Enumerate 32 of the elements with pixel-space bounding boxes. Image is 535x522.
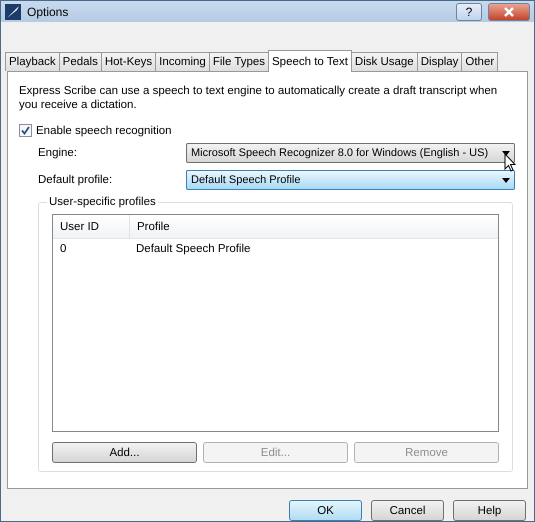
dropdown-arrow-icon [502,178,510,183]
mouse-pointer-icon [504,153,516,172]
description-text: Express Scribe can use a speech to text engine to automatically create a draft transcript when you receive a dictation. [19,84,498,112]
dialog-button[interactable]: OK [289,500,362,521]
dropdown[interactable]: Default Speech Profile [186,170,515,190]
group-title: User-specific profiles [48,196,157,208]
tab[interactable]: Other [461,52,498,72]
tab[interactable]: File Types [208,52,270,72]
close-button[interactable] [488,2,530,21]
dialog-button[interactable]: Cancel [371,500,444,521]
dialog-button[interactable]: Help [453,500,526,521]
tab[interactable]: Incoming [155,52,210,72]
table-cell-text: Default Speech Profile [135,242,252,258]
close-icon [503,6,515,17]
dropdown[interactable]: Microsoft Speech Recognizer 8.0 for Windows (English - US) [186,143,515,164]
app-icon [5,4,21,20]
tab[interactable]: Display [416,52,462,72]
checkbox-label: Enable speech recognition [36,124,172,137]
profile-button[interactable]: Add... [52,442,197,464]
tab[interactable]: Disk Usage [350,52,418,72]
column-header[interactable]: Profile [129,215,498,238]
checkbox[interactable] [19,124,32,138]
help-button[interactable]: ? [456,2,482,21]
window-title: Options [27,4,70,19]
field-label: Engine: [38,147,78,160]
tab[interactable]: Pedals [58,52,102,72]
tab[interactable]: Hot-Keys [100,52,156,72]
column-header[interactable]: User ID [53,215,129,238]
table-cell-text: 0 [59,242,68,258]
tab[interactable]: Speech to Text [268,50,352,72]
field-label: Default profile: [38,174,114,186]
tab[interactable]: Playback [5,52,60,72]
